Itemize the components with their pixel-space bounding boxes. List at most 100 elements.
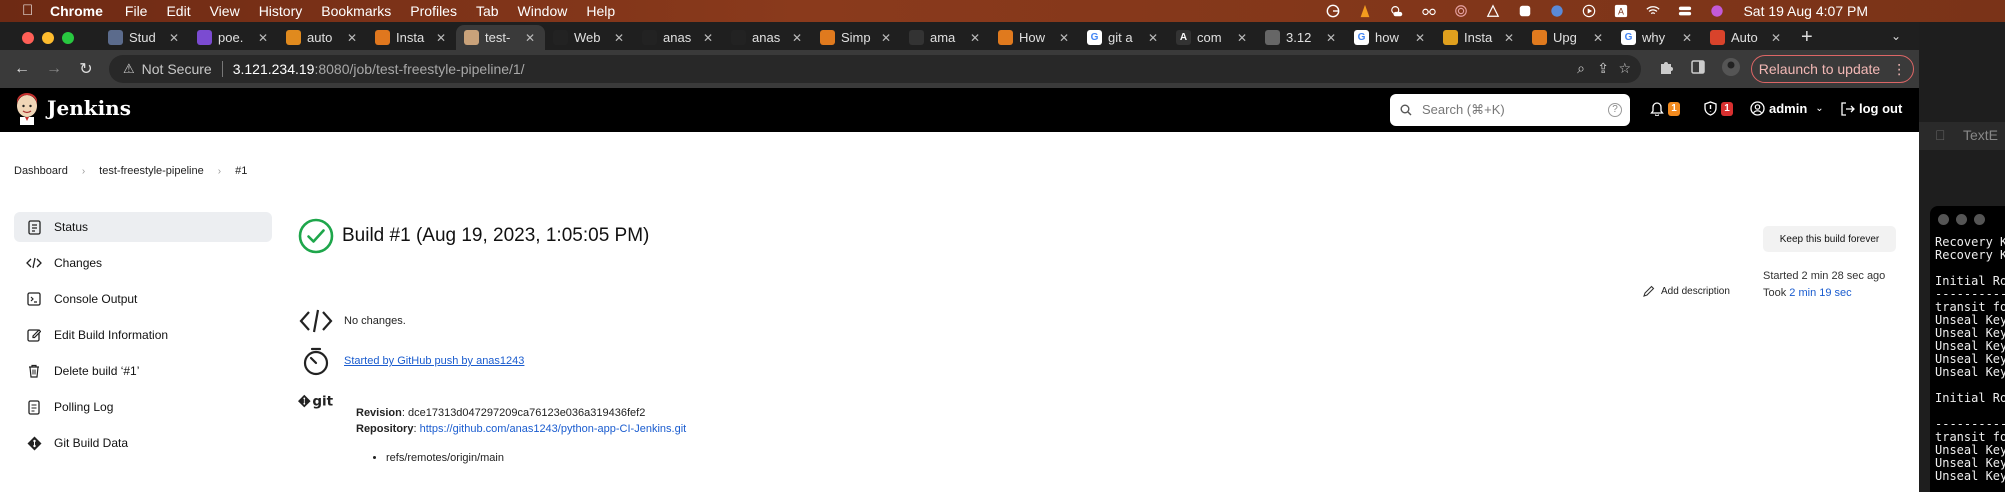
relaunch-update-button[interactable]: Relaunch to update ⋮ — [1751, 55, 1914, 83]
back-arrow-icon[interactable]: ← — [6, 60, 38, 78]
control-center-icon[interactable] — [1677, 4, 1693, 18]
siri-icon[interactable] — [1709, 4, 1725, 18]
terminal-minimize-button[interactable] — [1956, 214, 1967, 225]
tab-close-icon[interactable]: ✕ — [881, 31, 893, 45]
jenkins-title[interactable]: Jenkins — [47, 96, 131, 120]
tab-close-icon[interactable]: ✕ — [1148, 31, 1160, 45]
shield-menubar-icon[interactable] — [1517, 4, 1533, 18]
tab-close-icon[interactable]: ✕ — [169, 31, 181, 45]
tab-close-icon[interactable]: ✕ — [347, 31, 359, 45]
bookmark-star-icon[interactable]: ☆ — [1618, 60, 1631, 77]
menu-help[interactable]: Help — [586, 3, 615, 19]
menu-profiles[interactable]: Profiles — [410, 3, 457, 19]
breadcrumb-job[interactable]: test-freestyle-pipeline — [99, 165, 204, 177]
browser-tab[interactable]: ama ✕ — [901, 25, 990, 50]
browser-tab[interactable]: anas ✕ — [634, 25, 723, 50]
browser-tab[interactable]: Acom ✕ — [1168, 25, 1257, 50]
menu-file[interactable]: File — [125, 3, 148, 19]
terminal-close-button[interactable] — [1938, 214, 1949, 225]
tab-close-icon[interactable]: ✕ — [436, 31, 448, 45]
warning-icon[interactable]: ⚠ — [123, 61, 135, 77]
more-vert-icon[interactable]: ⋮ — [1892, 61, 1906, 78]
logout-link[interactable]: log out — [1840, 101, 1902, 116]
google-icon[interactable] — [1325, 4, 1341, 18]
notifications-button[interactable]: 1 — [1650, 101, 1680, 116]
browser-tab[interactable]: Auto ✕ — [1702, 25, 1791, 50]
reload-icon[interactable]: ↻ — [70, 59, 102, 79]
menu-edit[interactable]: Edit — [166, 3, 190, 19]
input-source-icon[interactable]: A — [1613, 4, 1629, 18]
tab-close-icon[interactable]: ✕ — [1326, 31, 1338, 45]
browser-tab[interactable]: Web ✕ — [545, 25, 634, 50]
browser-tab[interactable]: Ghow ✕ — [1346, 25, 1435, 50]
sidebar-item-edit-build-information[interactable]: Edit Build Information — [14, 320, 272, 350]
tab-close-icon[interactable]: ✕ — [1059, 31, 1071, 45]
browser-tab[interactable]: Insta ✕ — [1435, 25, 1524, 50]
tab-close-icon[interactable]: ✕ — [1415, 31, 1427, 45]
sidebar-item-git-build-data[interactable]: Git Build Data — [14, 428, 272, 458]
menu-window[interactable]: Window — [518, 3, 568, 19]
forward-arrow-icon[interactable]: → — [38, 60, 70, 78]
menubar-clock[interactable]: Sat 19 Aug 4:07 PM — [1743, 3, 1868, 19]
new-tab-plus-icon[interactable]: + — [1801, 25, 1813, 50]
browser-tab[interactable]: test- ✕ — [456, 25, 545, 50]
terminal-window[interactable]: Recovery KeRecovery KeInitial Roo-------… — [1930, 206, 2005, 492]
tab-close-icon[interactable]: ✕ — [970, 31, 982, 45]
close-window-button[interactable] — [22, 32, 34, 44]
extensions-puzzle-icon[interactable] — [1658, 59, 1674, 75]
terminal-zoom-button[interactable] — [1974, 214, 1985, 225]
glasses-icon[interactable] — [1421, 4, 1437, 18]
sidebar-item-status[interactable]: Status — [14, 212, 272, 242]
build-cause-link[interactable]: Started by GitHub push by anas1243 — [344, 355, 524, 367]
menu-bookmarks[interactable]: Bookmarks — [321, 3, 391, 19]
apple-icon[interactable]:  — [22, 3, 36, 19]
menu-tab[interactable]: Tab — [476, 3, 499, 19]
tab-close-icon[interactable]: ✕ — [1593, 31, 1605, 45]
globe-icon[interactable] — [1549, 4, 1565, 18]
user-menu[interactable]: admin ⌄ — [1750, 101, 1824, 116]
tab-close-icon[interactable]: ✕ — [1682, 31, 1694, 45]
sidebar-item-delete-build[interactable]: Delete build ‘#1’ — [14, 356, 272, 386]
zoom-icon[interactable]: ⌕ — [1577, 60, 1585, 77]
zoom-window-button[interactable] — [62, 32, 74, 44]
menu-app-name[interactable]: Chrome — [50, 3, 103, 19]
menu-history[interactable]: History — [259, 3, 303, 19]
browser-tab[interactable]: anas ✕ — [723, 25, 812, 50]
security-alerts-button[interactable]: 1 — [1704, 101, 1733, 116]
address-bar[interactable]: ⚠ Not Secure 3.121.234.19 :8080/job/test… — [109, 55, 1641, 83]
weather-icon[interactable] — [1389, 4, 1405, 18]
browser-tab[interactable]: Insta ✕ — [367, 25, 456, 50]
search-help-icon[interactable]: ? — [1608, 103, 1622, 117]
tab-close-icon[interactable]: ✕ — [258, 31, 270, 45]
browser-tab[interactable]: Gwhy ✕ — [1613, 25, 1702, 50]
jenkins-logo-icon[interactable] — [14, 93, 40, 125]
vlc-icon[interactable] — [1357, 4, 1373, 18]
tab-close-icon[interactable]: ✕ — [1237, 31, 1249, 45]
tab-close-icon[interactable]: ✕ — [1771, 31, 1783, 45]
repository-link[interactable]: https://github.com/anas1243/python-app-C… — [420, 423, 687, 435]
keep-build-forever-button[interactable]: Keep this build forever — [1763, 226, 1896, 252]
tab-search-chevron-icon[interactable]: ⌄ — [1891, 29, 1901, 43]
share-icon[interactable]: ⇪ — [1597, 60, 1609, 77]
tab-close-icon[interactable]: ✕ — [703, 31, 715, 45]
triangle-icon[interactable] — [1485, 4, 1501, 18]
browser-tab[interactable]: poe. ✕ — [189, 25, 278, 50]
browser-tab[interactable]: Stud ✕ — [100, 25, 189, 50]
browser-tab[interactable]: 3.12 ✕ — [1257, 25, 1346, 50]
browser-tab[interactable]: auto ✕ — [278, 25, 367, 50]
sidebar-item-changes[interactable]: Changes — [14, 248, 272, 278]
browser-tab[interactable]: Simp ✕ — [812, 25, 901, 50]
browser-tab[interactable]: How ✕ — [990, 25, 1079, 50]
minimize-window-button[interactable] — [42, 32, 54, 44]
tab-close-icon[interactable]: ✕ — [614, 31, 626, 45]
browser-tab[interactable]: Ggit a ✕ — [1079, 25, 1168, 50]
tab-close-icon[interactable]: ✕ — [525, 31, 537, 45]
breadcrumb-dashboard[interactable]: Dashboard — [14, 165, 68, 177]
tab-close-icon[interactable]: ✕ — [792, 31, 804, 45]
jenkins-search-input[interactable]: Search (⌘+K) ? — [1390, 94, 1630, 126]
menu-view[interactable]: View — [210, 3, 240, 19]
play-icon[interactable] — [1581, 4, 1597, 18]
browser-tab[interactable]: Upg ✕ — [1524, 25, 1613, 50]
tab-close-icon[interactable]: ✕ — [1504, 31, 1516, 45]
side-panel-icon[interactable] — [1690, 59, 1706, 75]
